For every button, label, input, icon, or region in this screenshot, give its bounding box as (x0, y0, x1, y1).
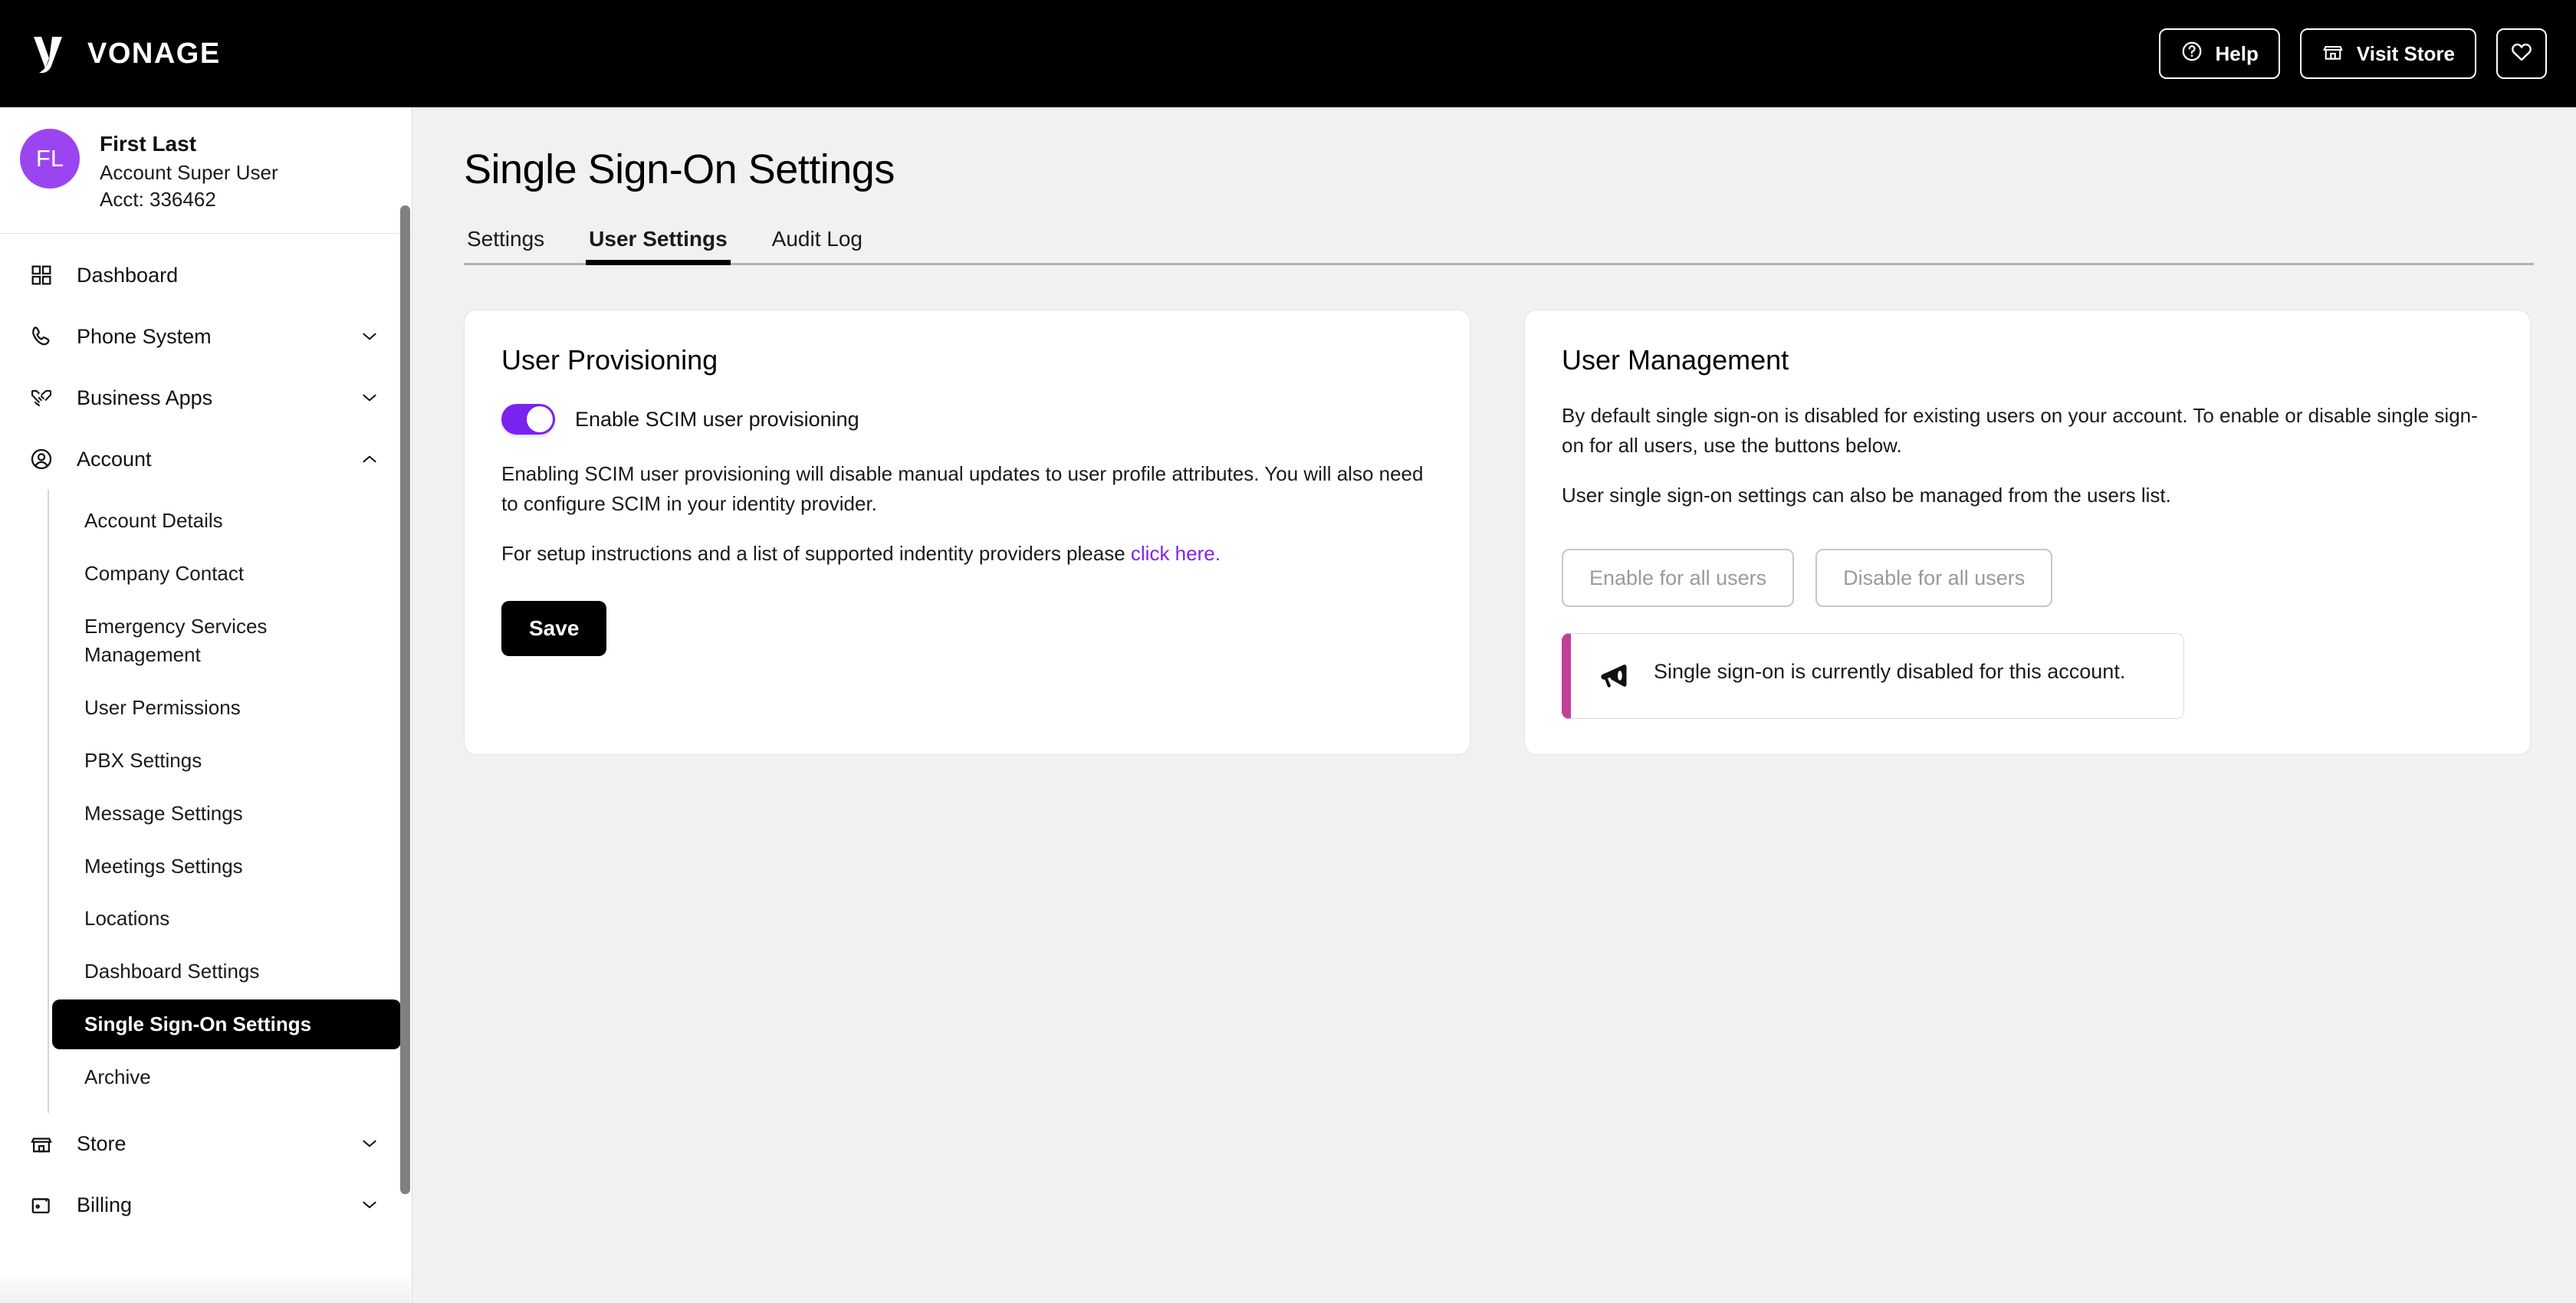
sidebar-item-single-sign-on-settings[interactable]: Single Sign-On Settings (52, 999, 401, 1050)
top-bar-actions: Help Visit Store (2158, 28, 2547, 79)
sso-status-alert-text: Single sign-on is currently disabled for… (1654, 660, 2126, 683)
enable-for-all-users-button[interactable]: Enable for all users (1562, 549, 1795, 607)
sidebar-item-label: Phone System (77, 324, 212, 348)
user-provisioning-title: User Provisioning (501, 344, 718, 376)
tab-bar: Settings User Settings Audit Log (464, 227, 2536, 265)
page-title: Single Sign-On Settings (464, 146, 895, 192)
sidebar-scrollbar[interactable] (400, 205, 410, 1194)
sidebar-nav: Dashboard Phone System Business Apps Acc… (0, 234, 412, 1236)
scim-toggle-row: Enable SCIM user provisioning (501, 404, 1433, 435)
enable-scim-toggle[interactable] (501, 404, 555, 435)
help-button-label: Help (2215, 41, 2259, 65)
visit-store-button[interactable]: Visit Store (2299, 28, 2476, 79)
megaphone-icon (1597, 658, 1632, 694)
chevron-down-icon (360, 1134, 380, 1154)
sidebar-item-label: Account (77, 447, 152, 471)
sidebar-item-company-contact[interactable]: Company Contact (52, 549, 401, 599)
sidebar-item-dashboard[interactable]: Dashboard (0, 245, 412, 306)
enable-scim-toggle-label: Enable SCIM user provisioning (575, 407, 859, 431)
setup-instructions-text: For setup instructions and a list of sup… (501, 542, 1131, 565)
tab-audit-log[interactable]: Audit Log (769, 227, 866, 265)
question-circle-icon (2180, 40, 2203, 68)
user-management-card: User Management By default single sign-o… (1524, 310, 2531, 755)
favorites-button[interactable] (2496, 28, 2547, 79)
scim-setup-instructions: For setup instructions and a list of sup… (501, 539, 1433, 569)
store-icon (26, 1128, 57, 1159)
sidebar-item-locations[interactable]: Locations (52, 894, 401, 944)
profile-role: Account Super User (100, 161, 278, 184)
sso-status-alert: Single sign-on is currently disabled for… (1562, 633, 2184, 719)
disable-for-all-users-button[interactable]: Disable for all users (1815, 549, 2053, 607)
sidebar-item-account-details[interactable]: Account Details (52, 496, 401, 546)
sidebar-item-emergency-services-management[interactable]: Emergency Services Management (52, 602, 401, 680)
scim-description: Enabling SCIM user provisioning will dis… (501, 462, 1424, 515)
sidebar-item-billing[interactable]: Billing (0, 1174, 412, 1236)
chevron-down-icon (360, 1195, 380, 1215)
tab-user-settings[interactable]: User Settings (586, 227, 731, 265)
store-icon (2321, 40, 2344, 68)
sidebar-item-meetings-settings[interactable]: Meetings Settings (52, 842, 401, 891)
click-here-link[interactable]: click here. (1131, 542, 1221, 565)
sidebar-item-message-settings[interactable]: Message Settings (52, 789, 401, 839)
sidebar-item-label: Store (77, 1131, 127, 1155)
top-bar: VONAGE Help Visit Store (0, 0, 2576, 107)
save-button[interactable]: Save (501, 601, 607, 656)
sidebar-item-label: Dashboard (77, 263, 179, 287)
sidebar-item-store[interactable]: Store (0, 1113, 412, 1174)
main-content: Single Sign-On Settings Settings User Se… (413, 107, 2576, 1303)
brand-logo[interactable]: VONAGE (31, 34, 221, 74)
sidebar-item-archive[interactable]: Archive (52, 1052, 401, 1102)
sidebar-fade (0, 1272, 411, 1303)
profile-account-number: Acct: 336462 (100, 188, 216, 212)
sidebar-item-business-apps[interactable]: Business Apps (0, 367, 412, 428)
vonage-logo-icon (31, 34, 66, 74)
help-button[interactable]: Help (2158, 28, 2280, 79)
profile-text: First Last Account Super User Acct: 3364… (100, 129, 278, 213)
cards-row: User Provisioning Enable SCIM user provi… (464, 310, 2536, 755)
sidebar-item-phone-system[interactable]: Phone System (0, 306, 412, 367)
grid-icon (26, 260, 57, 290)
sidebar-item-account[interactable]: Account (0, 428, 412, 490)
user-management-description: By default single sign-on is disabled fo… (1562, 404, 2478, 457)
sidebar-item-pbx-settings[interactable]: PBX Settings (52, 736, 401, 786)
user-provisioning-card: User Provisioning Enable SCIM user provi… (464, 310, 1470, 755)
phone-icon (26, 321, 57, 352)
sidebar: FL First Last Account Super User Acct: 3… (0, 107, 412, 1303)
account-subnav: Account Details Company Contact Emergenc… (48, 490, 412, 1114)
profile-name: First Last (100, 132, 197, 156)
brand-name: VONAGE (87, 37, 221, 70)
chevron-up-icon (360, 449, 380, 469)
sidebar-item-label: Billing (77, 1193, 133, 1216)
chevron-down-icon (360, 388, 380, 408)
user-management-note: User single sign-on settings can also be… (1562, 484, 2171, 507)
sidebar-item-dashboard-settings[interactable]: Dashboard Settings (52, 947, 401, 996)
sidebar-item-label: Business Apps (77, 386, 213, 409)
wallet-icon (26, 1190, 57, 1220)
user-circle-icon (26, 444, 57, 474)
chevron-down-icon (360, 327, 380, 346)
heart-icon (2509, 39, 2534, 69)
handshake-icon (26, 382, 57, 413)
bulk-action-buttons: Enable for all users Disable for all use… (1562, 549, 2493, 607)
tab-settings[interactable]: Settings (464, 227, 547, 265)
avatar: FL (20, 129, 80, 189)
toggle-knob (527, 406, 553, 432)
user-management-title: User Management (1562, 344, 1789, 376)
user-profile[interactable]: FL First Last Account Super User Acct: 3… (0, 107, 412, 235)
visit-store-label: Visit Store (2356, 41, 2455, 65)
sidebar-item-user-permissions[interactable]: User Permissions (52, 683, 401, 733)
